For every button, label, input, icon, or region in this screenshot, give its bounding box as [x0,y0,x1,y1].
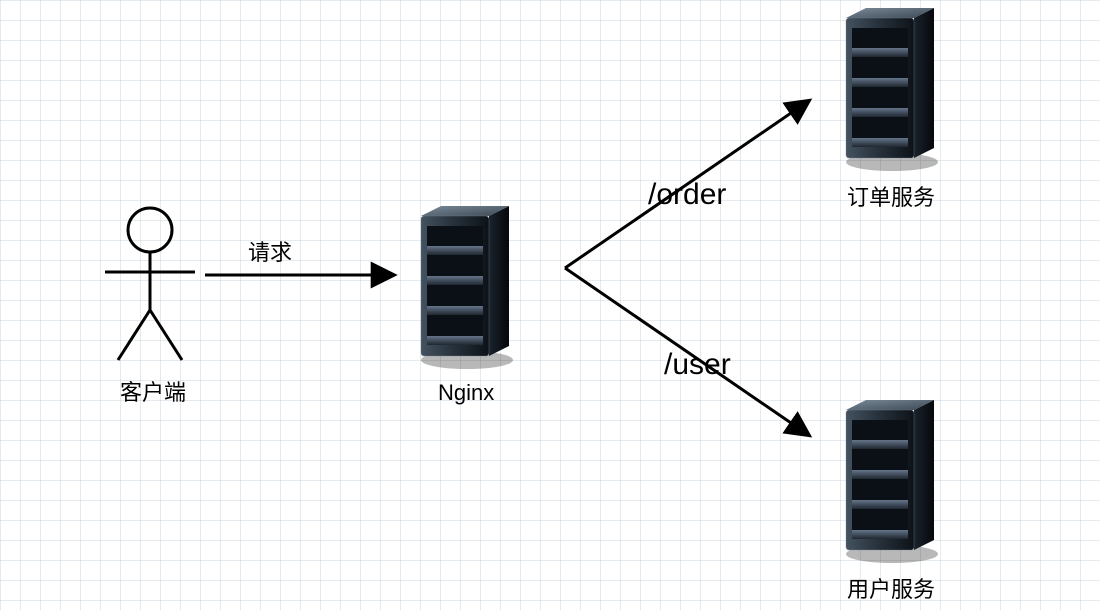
client-icon [90,200,210,370]
order-edge-label: /order [648,178,726,212]
client-label: 客户端 [120,375,186,407]
order-service-label: 订单服务 [847,180,935,212]
fork-arrows [535,60,875,460]
request-edge-label: 请求 [248,235,292,267]
user-service-server-icon [830,392,950,567]
user-service-label: 用户服务 [847,572,935,604]
diagram-stage: 客户端 请求 [0,0,1100,610]
user-edge-label: /user [664,348,731,382]
order-service-server-icon [830,0,950,175]
request-arrow [205,260,405,290]
nginx-label: Nginx [438,380,494,406]
nginx-server-icon [405,198,525,373]
